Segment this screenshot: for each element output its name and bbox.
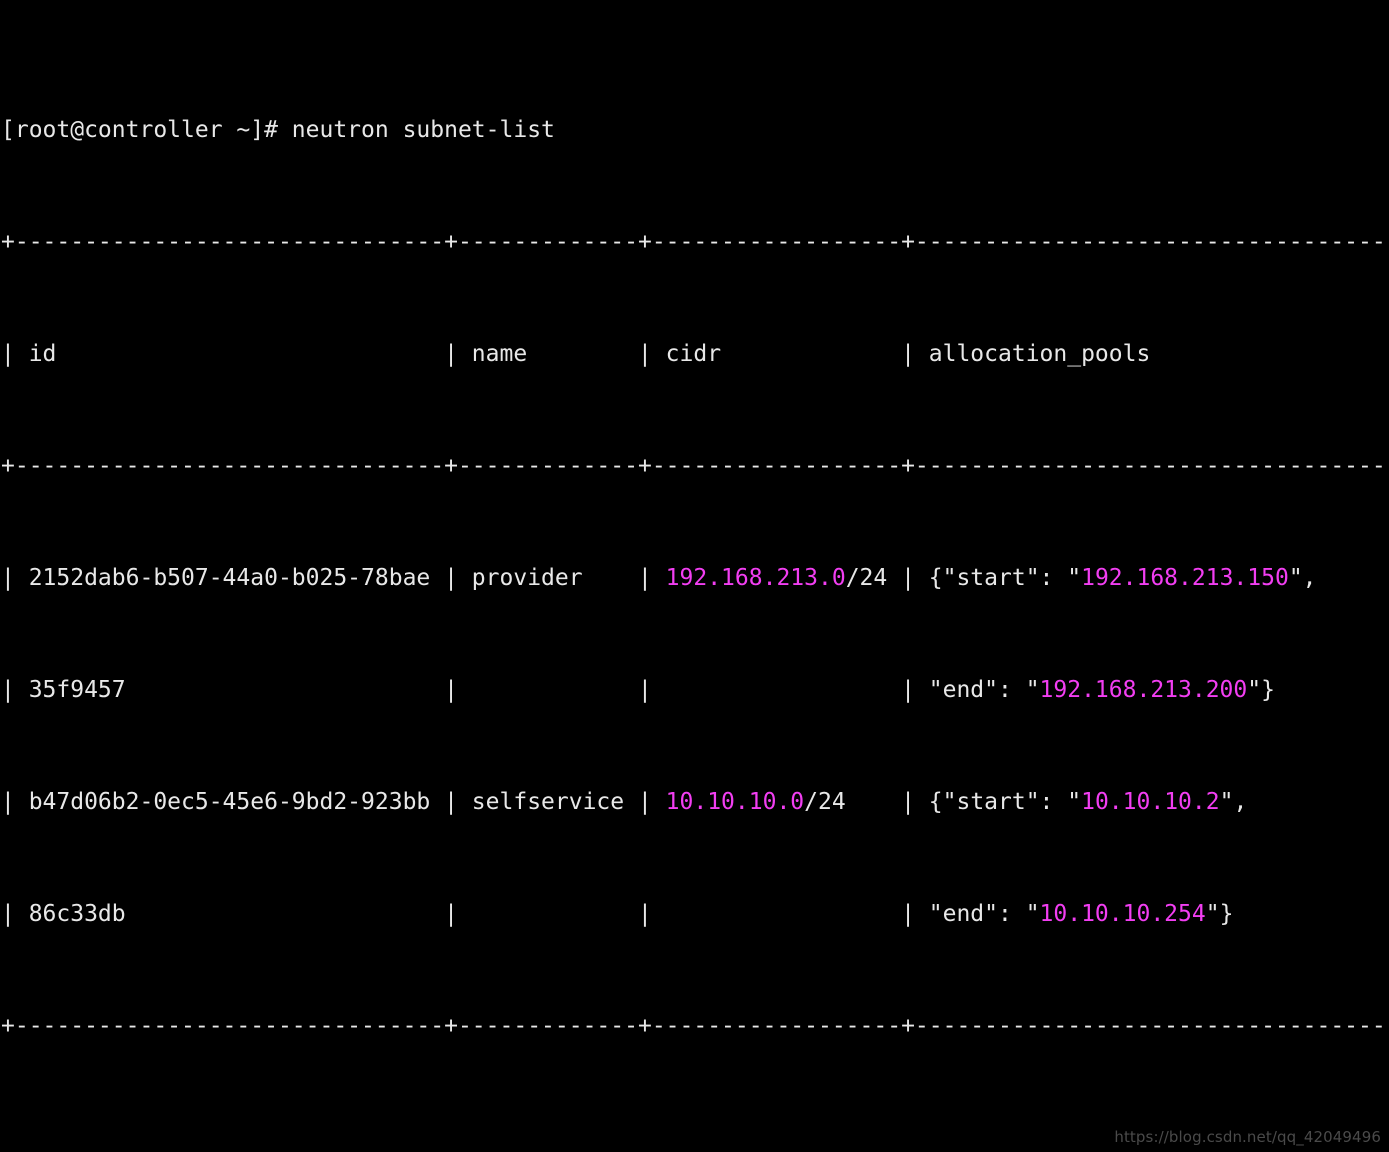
table1-rule-bottom: +-------------------------------+-------…: [1, 1012, 1389, 1040]
prompt-1: [root@controller ~]#: [1, 117, 292, 143]
table1-rule-mid-text: +-------------------------------+-------…: [1, 453, 1389, 479]
table1-r2b-pre: | 86c33db | | | "end": ": [1, 901, 1040, 927]
table1-rule-top-text: +-------------------------------+-------…: [1, 229, 1389, 255]
command-text-1: neutron subnet-list: [291, 117, 555, 143]
table1-r2-cidr: 10.10.10.0: [665, 789, 805, 815]
table1-r2b-post: "} |: [1205, 901, 1234, 927]
table-row: | 35f9457 | | | "end": "192.168.213.200"…: [1, 676, 1389, 704]
table1-r1-cidr: 192.168.213.0: [665, 565, 846, 591]
table1-r1-poolstart: 192.168.213.150: [1081, 565, 1289, 591]
table1-r1b-post: "} |: [1247, 677, 1275, 703]
table1-header-text: | id | name | cidr | allocation_pools |: [1, 341, 1389, 367]
table-row: | 2152dab6-b507-44a0-b025-78bae | provid…: [1, 564, 1389, 592]
table1-rule-top: +-------------------------------+-------…: [1, 228, 1389, 256]
table1-r2-mid: /24 | {"start": ": [804, 789, 1082, 815]
table1-header-row: | id | name | cidr | allocation_pools |: [1, 340, 1389, 368]
table1-r1-poolend: 192.168.213.200: [1039, 677, 1248, 703]
terminal-output: [root@controller ~]# neutron subnet-list…: [1, 4, 1389, 1152]
table1-r1-c1: | 2152dab6-b507-44a0-b025-78bae | provid…: [1, 565, 666, 591]
table-row: | 86c33db | | | "end": "10.10.10.254"} |: [1, 900, 1389, 928]
table1-r1-mid: /24 | {"start": ": [845, 565, 1082, 591]
table1-r1-post: ", |: [1288, 565, 1317, 591]
table-row: | b47d06b2-0ec5-45e6-9bd2-923bb | selfse…: [1, 788, 1389, 816]
watermark: https://blog.csdn.net/qq_42049496: [1114, 1128, 1381, 1146]
terminal-window[interactable]: [root@controller ~]# neutron subnet-list…: [0, 0, 1389, 1152]
command-line-subnet-list: [root@controller ~]# neutron subnet-list: [1, 116, 1389, 144]
table1-r2-poolstart: 10.10.10.2: [1081, 789, 1220, 815]
table1-r2-poolend: 10.10.10.254: [1039, 901, 1206, 927]
table1-r2-c1: | b47d06b2-0ec5-45e6-9bd2-923bb | selfse…: [1, 789, 666, 815]
table1-r2-post: ", |: [1219, 789, 1248, 815]
table1-r1b-pre: | 35f9457 | | | "end": ": [1, 677, 1040, 703]
table1-rule-mid: +-------------------------------+-------…: [1, 452, 1389, 480]
table1-rule-bottom-text: +-------------------------------+-------…: [1, 1013, 1389, 1039]
